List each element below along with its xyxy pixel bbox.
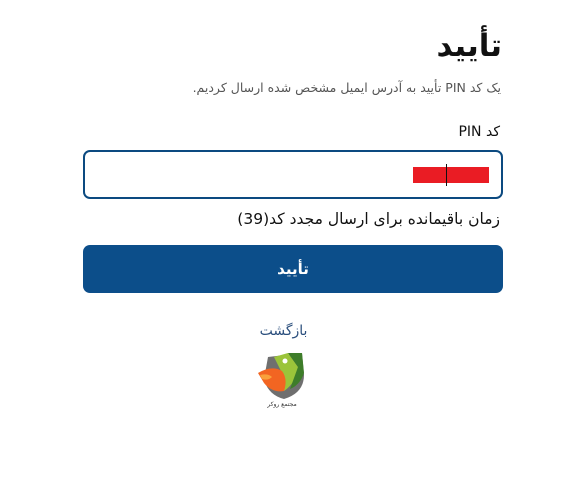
page-subtitle: یک کد PIN تأیید به آدرس ایمیل مشخص شده ا… — [192, 80, 501, 95]
redaction-mark — [413, 167, 489, 183]
svg-text:مجتمع روکر: مجتمع روکر — [266, 401, 296, 408]
back-link[interactable]: بازگشت — [0, 320, 567, 342]
confirm-button[interactable]: تأیید — [83, 245, 503, 293]
pin-label: کد PIN — [458, 124, 500, 140]
verification-page: تأیید یک کد PIN تأیید به آدرس ایمیل مشخص… — [0, 0, 567, 491]
resend-timer: زمان باقیمانده برای ارسال مجدد کد(39) — [237, 208, 500, 230]
resend-timer-label: زمان باقیمانده برای ارسال مجدد کد — [269, 210, 500, 228]
brand-logo-icon: مجتمع روکر — [258, 353, 304, 408]
resend-timer-count: (39) — [237, 210, 270, 228]
page-title: تأیید — [436, 28, 502, 64]
text-cursor — [446, 164, 447, 186]
